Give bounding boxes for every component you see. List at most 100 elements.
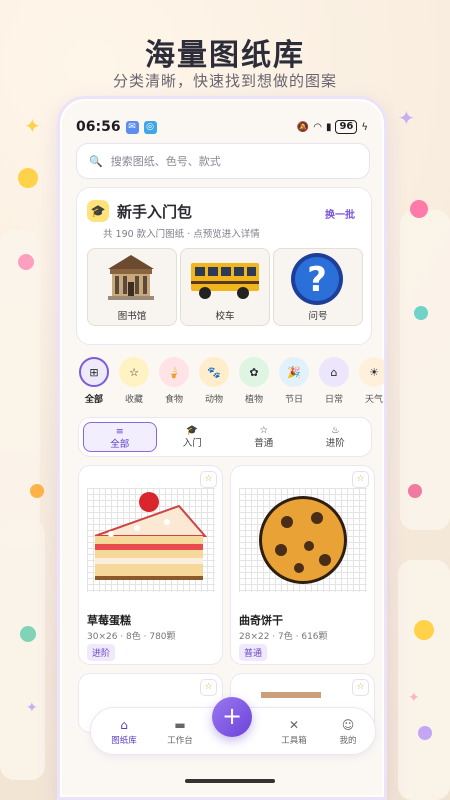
nav-toolbox[interactable]: ✕ 工具箱 [269, 718, 319, 746]
home-indicator [185, 779, 275, 783]
flame-icon: ♨ [330, 425, 340, 436]
question-mark-pixel-image: ? [291, 253, 343, 305]
sparkle-icon: ✦ [24, 114, 41, 138]
swap-batch-button[interactable]: 换一批 [325, 206, 355, 221]
mute-icon: 🔕 [296, 121, 310, 133]
starter-pack-subtitle: 共 190 款入门图纸 · 点预览进入详情 [103, 229, 260, 240]
pattern-name: 曲奇饼干 [239, 614, 283, 627]
favorite-star-icon[interactable]: ☆ [200, 679, 217, 696]
filter-all[interactable]: ≡ 全部 [83, 422, 157, 452]
category-label: 节日 [284, 395, 303, 405]
charging-icon: ϟ [361, 121, 368, 133]
category-bar: ⊞ 全部 ☆ 收藏 🍦 食物 🐾 动物 ✿ 植物 🎉 节日 ⌂ 日常 ☀ 天气 [78, 357, 384, 405]
paw-icon: 🐾 [199, 357, 229, 387]
nav-profile[interactable]: ☺ 我的 [323, 718, 373, 746]
sim-icon: ▮ [325, 121, 332, 133]
library-pixel-image [108, 255, 154, 300]
battery-level: 96 [335, 120, 358, 134]
filter-label: 普通 [254, 438, 274, 449]
filter-label: 全部 [110, 439, 130, 450]
promo-title: 海量图纸库 [145, 38, 305, 73]
bead-deco [20, 626, 36, 642]
phone-frame: 06:56 ✉ ◎ 🔕 ◠ ▮ 96 ϟ 🔍 搜索图纸、色号、款式 🎓 新手入门… [57, 96, 387, 800]
grid-icon: ⊞ [79, 357, 109, 387]
pattern-difficulty-tag: 普通 [239, 644, 268, 661]
category-animals[interactable]: 🐾 动物 [198, 357, 230, 405]
nav-workbench[interactable]: ▬ 工作台 [155, 718, 205, 746]
starter-item-question-mark[interactable]: ? 问号 [273, 248, 363, 326]
status-right: 🔕 ◠ ▮ 96 ϟ [297, 120, 368, 134]
nav-pattern-library[interactable]: ⌂ 图纸库 [99, 718, 149, 746]
pattern-preview [87, 488, 215, 592]
starter-item-school-bus[interactable]: 校车 [180, 248, 270, 326]
starter-pack-card: 🎓 新手入门包 换一批 共 190 款入门图纸 · 点预览进入详情 图书馆 校车… [76, 187, 372, 345]
category-food[interactable]: 🍦 食物 [158, 357, 190, 405]
nav-label: 我的 [339, 736, 357, 746]
pattern-name: 草莓蛋糕 [87, 614, 131, 627]
promo-subtitle: 分类清晰，快速找到想做的图案 [112, 72, 337, 90]
category-favorites[interactable]: ☆ 收藏 [118, 357, 150, 405]
starter-item-label: 校车 [215, 311, 235, 322]
category-all[interactable]: ⊞ 全部 [78, 357, 110, 405]
ice-cream-icon: 🍦 [159, 357, 189, 387]
search-placeholder: 搜索图纸、色号、款式 [110, 155, 221, 168]
category-label: 日常 [324, 395, 343, 405]
wifi-icon: ◠ [313, 121, 322, 133]
bead-deco [414, 620, 434, 640]
app-notification-icon: ◎ [143, 120, 157, 134]
pattern-card-cookie[interactable]: ☆ 曲奇饼干 28×22 · 7色 · 616颗 普通 [230, 465, 375, 665]
category-label: 全部 [84, 395, 103, 405]
starter-pack-title: 新手入门包 [117, 202, 193, 221]
filter-advanced[interactable]: ♨ 进阶 [300, 418, 372, 456]
difficulty-filter: ≡ 全部 🎓 入门 ☆ 普通 ♨ 进阶 [78, 417, 372, 457]
filter-beginner[interactable]: 🎓 入门 [157, 418, 229, 456]
pattern-meta: 30×26 · 8色 · 780颗 [87, 632, 176, 642]
starter-item-label: 问号 [308, 311, 328, 322]
create-fab-button[interactable]: + [212, 697, 252, 737]
flower-icon: ✿ [239, 357, 269, 387]
search-input[interactable]: 🔍 搜索图纸、色号、款式 [76, 143, 370, 179]
tools-icon: ✕ [288, 718, 300, 732]
favorite-star-icon[interactable]: ☆ [352, 679, 369, 696]
bead-deco [418, 726, 432, 740]
svg-text:?: ? [307, 260, 327, 300]
bg-card [0, 520, 45, 780]
bead-deco [414, 306, 428, 320]
bg-card [0, 230, 40, 550]
pattern-preview [239, 488, 367, 592]
sparkle-icon: ✦ [398, 106, 415, 130]
bead-deco [410, 200, 428, 218]
cookie-pixel-image [259, 496, 347, 584]
bead-deco [18, 254, 34, 270]
search-icon: 🔍 [89, 154, 103, 168]
category-label: 食物 [164, 395, 183, 405]
category-plants[interactable]: ✿ 植物 [238, 357, 270, 405]
sparkle-icon: ✦ [26, 700, 38, 716]
nav-label: 工具箱 [281, 736, 307, 746]
category-label: 天气 [364, 395, 383, 405]
status-bar: 06:56 ✉ ◎ 🔕 ◠ ▮ 96 ϟ [76, 117, 368, 137]
folder-icon: ▬ [174, 718, 186, 732]
pattern-card-strawberry-cake[interactable]: ☆ 草莓蛋糕 30×26 · 8色 · 780颗 进阶 [78, 465, 223, 665]
category-weather[interactable]: ☀ 天气 [358, 357, 384, 405]
pattern-difficulty-tag: 进阶 [87, 644, 116, 661]
nav-label: 工作台 [167, 736, 193, 746]
star-icon: ☆ [119, 357, 149, 387]
filter-normal[interactable]: ☆ 普通 [228, 418, 300, 456]
app-notification-icon: ✉ [125, 120, 139, 134]
nav-label: 图纸库 [111, 736, 137, 746]
starter-item-library[interactable]: 图书馆 [87, 248, 177, 326]
favorite-star-icon[interactable]: ☆ [200, 471, 217, 488]
home-icon: ⌂ [120, 718, 128, 732]
favorite-star-icon[interactable]: ☆ [352, 471, 369, 488]
home-icon: ⌂ [319, 357, 349, 387]
sparkle-icon: ✦ [408, 690, 420, 706]
star-icon: ☆ [259, 425, 269, 436]
category-label: 动物 [204, 395, 223, 405]
list-icon: ≡ [115, 426, 124, 437]
school-bus-pixel-image [191, 263, 259, 299]
category-festival[interactable]: 🎉 节日 [278, 357, 310, 405]
category-daily[interactable]: ⌂ 日常 [318, 357, 350, 405]
cake-pixel-image [94, 492, 208, 580]
status-time: 06:56 [76, 119, 121, 135]
